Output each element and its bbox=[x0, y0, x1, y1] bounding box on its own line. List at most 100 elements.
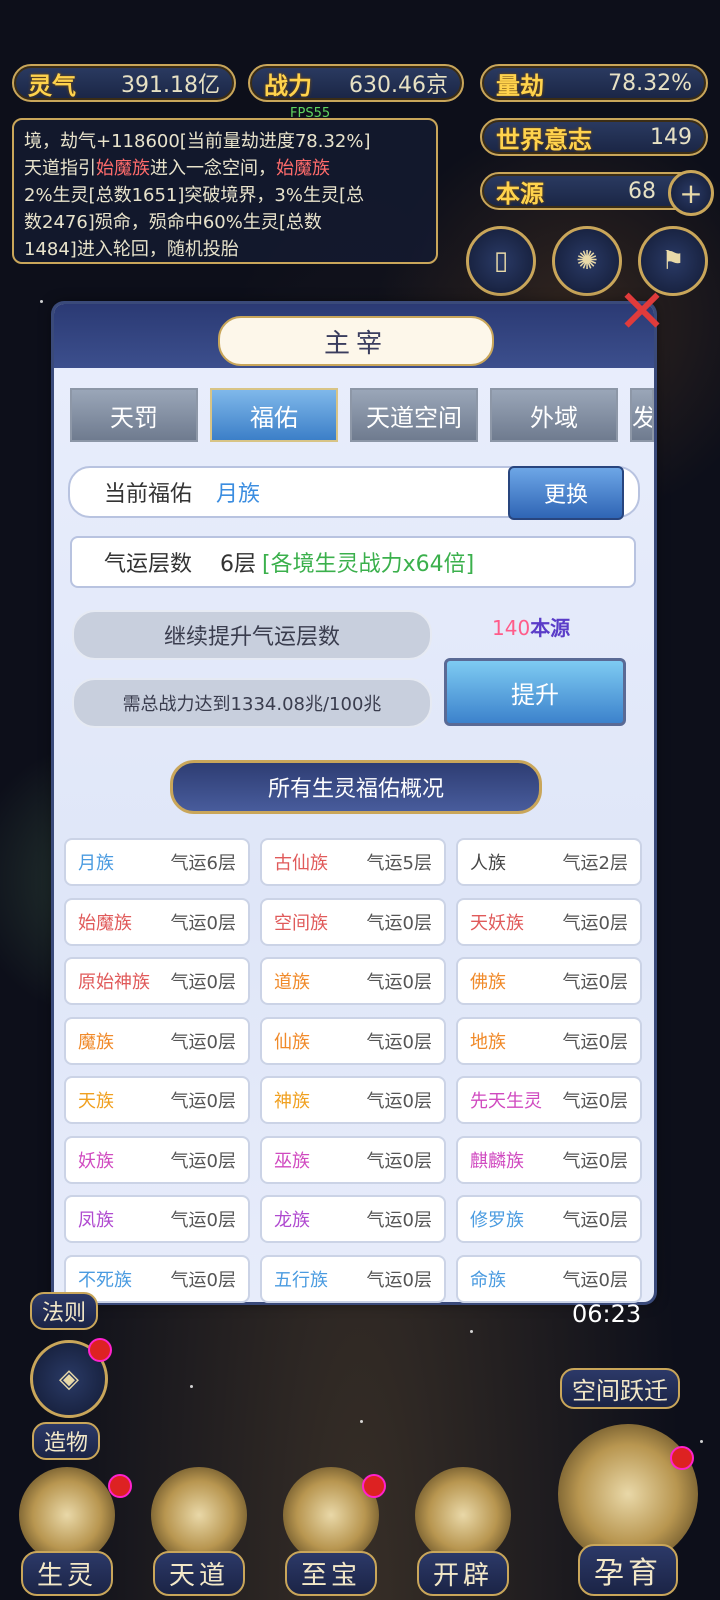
luck-layers-label: 气运层数 bbox=[104, 552, 193, 577]
star bbox=[470, 1330, 473, 1333]
nav-nurture[interactable]: 孕育 bbox=[548, 1406, 708, 1596]
race-luck: 气运0层 bbox=[562, 972, 628, 993]
race-cell: 五行族 气运0层 bbox=[260, 1254, 446, 1303]
race-name: 天妖族 bbox=[470, 912, 524, 934]
notification-dot bbox=[362, 1474, 386, 1498]
requirement-text: 需总战力达到1334.08兆/100兆 bbox=[72, 678, 432, 728]
race-cell: 佛族 气运0层 bbox=[456, 957, 642, 1005]
race-luck: 气运5层 bbox=[366, 853, 432, 874]
race-name: 麒麟族 bbox=[470, 1150, 524, 1172]
luck-layers-value: 6层 bbox=[220, 552, 257, 577]
plus-icon: + bbox=[679, 176, 703, 210]
liangjie-stat: 量劫 78.32% bbox=[480, 64, 708, 102]
current-blessing-value: 月族 bbox=[216, 482, 261, 507]
race-luck: 气运0层 bbox=[170, 1150, 236, 1172]
world-will-stat: 世界意志 149 bbox=[480, 118, 708, 156]
close-icon[interactable]: ✕ bbox=[612, 282, 672, 342]
race-name: 天族 bbox=[78, 1091, 114, 1112]
race-name: 妖族 bbox=[78, 1150, 114, 1172]
add-origin-button[interactable]: + bbox=[668, 170, 714, 216]
cost-value: 140 bbox=[492, 616, 531, 640]
race-cell: 道族 气运0层 bbox=[260, 957, 446, 1005]
change-blessing-button[interactable]: 更换 bbox=[508, 466, 624, 520]
event-log: 境，劫气+118600[当前量劫进度78.32%] 天道指引始魔族进入一念空间，… bbox=[12, 118, 438, 264]
nurture-icon bbox=[558, 1424, 698, 1564]
race-name: 地族 bbox=[470, 1031, 506, 1053]
log-line: 1484]进入轮回，随机投胎 bbox=[24, 239, 239, 260]
vortex-icon: ✺ bbox=[576, 246, 598, 276]
book-button[interactable]: ▯ bbox=[466, 226, 536, 296]
race-cell: 天族 气运0层 bbox=[64, 1076, 250, 1124]
jump-timer: 06:23 bbox=[572, 1300, 642, 1328]
tab-punishment[interactable]: 天罚 bbox=[70, 388, 198, 442]
race-luck: 气运0层 bbox=[562, 912, 628, 934]
notification-dot bbox=[88, 1338, 112, 1362]
race-name: 人族 bbox=[470, 853, 506, 874]
tab-overflow[interactable]: 发 bbox=[630, 388, 654, 442]
lingqi-label: 灵气 bbox=[28, 71, 76, 100]
tab-outer-realm[interactable]: 外域 bbox=[490, 388, 618, 442]
creatures-icon bbox=[19, 1467, 115, 1563]
race-name: 始魔族 bbox=[78, 912, 132, 934]
diamond-icon: ◈ bbox=[59, 1364, 79, 1394]
notification-dot bbox=[670, 1446, 694, 1470]
race-name: 魔族 bbox=[78, 1031, 114, 1053]
law-button[interactable]: 法则 bbox=[30, 1292, 99, 1330]
power-stat: 战力 630.46京 bbox=[248, 64, 464, 102]
star bbox=[360, 1420, 363, 1423]
upgrade-cost: 140本源 bbox=[492, 612, 570, 641]
race-luck: 气运0层 bbox=[366, 1150, 432, 1172]
race-cell: 人族 气运2层 bbox=[456, 838, 642, 886]
lingqi-stat: 灵气 391.18亿 bbox=[12, 64, 236, 102]
race-luck: 气运6层 bbox=[170, 853, 236, 874]
race-name: 巫族 bbox=[274, 1150, 310, 1172]
tab-blessing[interactable]: 福佑 bbox=[210, 388, 338, 442]
race-cell: 命族 气运0层 bbox=[456, 1254, 642, 1303]
race-cell: 空间族 气运0层 bbox=[260, 897, 446, 946]
race-name: 凤族 bbox=[78, 1210, 114, 1231]
race-luck: 气运0层 bbox=[562, 1031, 628, 1053]
heaven-dao-icon bbox=[151, 1467, 247, 1563]
race-luck: 气运0层 bbox=[366, 1091, 432, 1112]
origin-label: 本源 bbox=[496, 179, 544, 208]
nav-heaven-dao[interactable]: 天道 bbox=[140, 1456, 258, 1596]
race-cell: 麒麟族 气运0层 bbox=[456, 1135, 642, 1184]
race-name: 月族 bbox=[78, 853, 114, 874]
race-luck: 气运0层 bbox=[170, 1269, 236, 1291]
race-luck: 气运0层 bbox=[170, 912, 236, 934]
overview-title: 所有生灵福佑概况 bbox=[170, 760, 542, 814]
notification-dot bbox=[108, 1474, 132, 1498]
race-cell: 月族 气运6层 bbox=[64, 838, 250, 886]
race-luck: 气运0层 bbox=[366, 1031, 432, 1053]
race-luck: 气运0层 bbox=[170, 1031, 236, 1053]
tab-heaven-space[interactable]: 天道空间 bbox=[350, 388, 478, 442]
book-icon: ▯ bbox=[493, 246, 509, 276]
nav-creatures[interactable]: 生灵 bbox=[8, 1456, 126, 1596]
race-cell: 巫族 气运0层 bbox=[260, 1135, 446, 1184]
race-cell: 古仙族 气运5层 bbox=[260, 838, 446, 886]
race-name: 龙族 bbox=[274, 1210, 310, 1231]
race-luck: 气运0层 bbox=[366, 1269, 432, 1291]
genesis-icon bbox=[415, 1467, 511, 1563]
log-line: 境，劫气+118600[当前量劫进度78.32%] bbox=[24, 131, 371, 152]
race-cell: 妖族 气运0层 bbox=[64, 1135, 250, 1184]
race-luck: 气运0层 bbox=[366, 972, 432, 993]
panel-title: 主宰 bbox=[218, 316, 494, 366]
race-name: 原始神族 bbox=[78, 972, 150, 993]
race-name: 空间族 bbox=[274, 912, 328, 934]
nav-genesis[interactable]: 开辟 bbox=[404, 1456, 522, 1596]
luck-layers-row: 气运层数 6层 [各境生灵战力x64倍] bbox=[70, 536, 636, 588]
race-cell: 神族 气运0层 bbox=[260, 1076, 446, 1124]
space-jump-button[interactable]: 空间跃迁 bbox=[560, 1368, 680, 1409]
creation-button[interactable]: 造物 bbox=[32, 1422, 101, 1460]
race-luck: 气运0层 bbox=[562, 1210, 628, 1231]
race-cell: 魔族 气运0层 bbox=[64, 1016, 250, 1065]
race-name: 道族 bbox=[274, 972, 310, 993]
race-luck: 气运0层 bbox=[562, 1269, 628, 1291]
race-name: 神族 bbox=[274, 1091, 310, 1112]
race-cell: 先天生灵 气运0层 bbox=[456, 1076, 642, 1124]
upgrade-button[interactable]: 提升 bbox=[444, 658, 626, 726]
liangjie-value: 78.32% bbox=[608, 70, 692, 96]
origin-value: 68 bbox=[628, 178, 656, 204]
race-cell: 始魔族 气运0层 bbox=[64, 897, 250, 946]
